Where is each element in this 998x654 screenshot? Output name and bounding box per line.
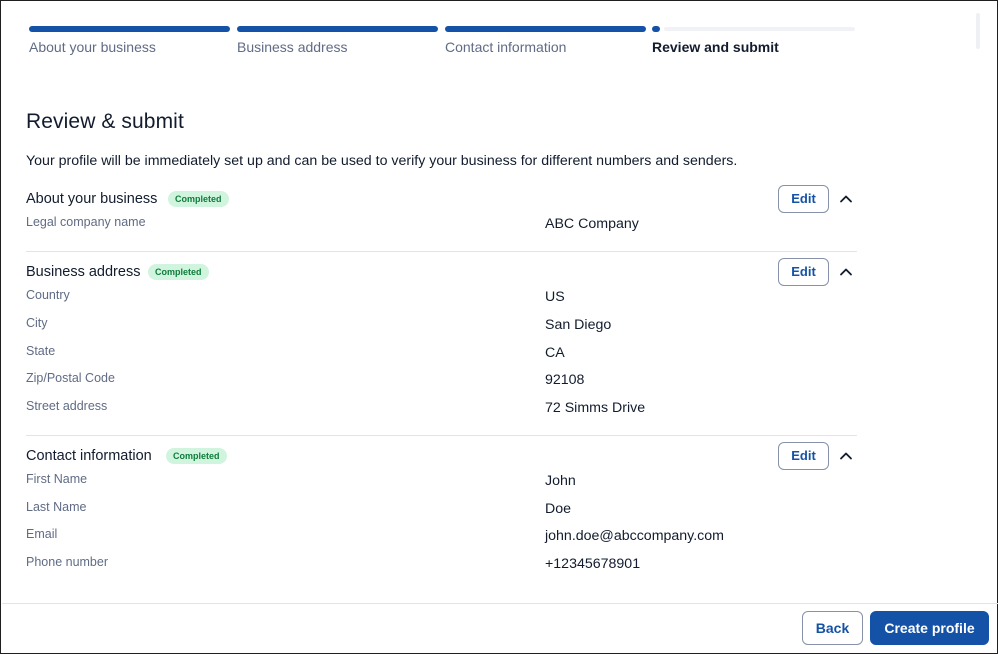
step-business-address[interactable]: Business address <box>237 26 438 66</box>
create-profile-button[interactable]: Create profile <box>870 611 989 645</box>
step-track <box>664 27 855 31</box>
step-bar <box>445 26 646 32</box>
step-review-and-submit: Review and submit <box>652 26 855 66</box>
section-header: About your business Completed Edit <box>26 185 857 215</box>
edit-business-address-button[interactable]: Edit <box>778 258 829 286</box>
field-value: +12345678901 <box>545 556 641 572</box>
step-bar <box>237 26 438 32</box>
field-row: Street address 72 Simms Drive <box>26 399 857 421</box>
step-about-your-business[interactable]: About your business <box>29 26 230 66</box>
field-value: 72 Simms Drive <box>545 400 646 416</box>
chevron-up-icon[interactable] <box>838 448 854 464</box>
footer-divider <box>2 603 998 604</box>
field-value: John <box>545 473 576 489</box>
field-row: Last Name Doe <box>26 500 857 522</box>
section-header: Business address Completed Edit <box>26 258 857 288</box>
field-row: Country US <box>26 288 857 310</box>
field-label: Last Name <box>26 500 87 514</box>
status-badge: Completed <box>148 264 209 280</box>
field-row: Phone number +12345678901 <box>26 555 857 577</box>
status-badge: Completed <box>166 448 227 464</box>
page-title: Review & submit <box>26 110 184 133</box>
field-label: Email <box>26 527 58 541</box>
section-about-your-business: About your business Completed Edit Legal… <box>26 185 857 235</box>
field-row: Email john.doe@abccompany.com <box>26 527 857 549</box>
step-bar <box>29 26 230 32</box>
section-title: Business address <box>26 264 141 280</box>
page-subtitle: Your profile will be immediately set up … <box>26 153 738 169</box>
field-label: Legal company name <box>26 215 146 229</box>
field-value: US <box>545 289 565 305</box>
field-label: City <box>26 316 48 330</box>
field-value: 92108 <box>545 372 585 388</box>
edit-contact-information-button[interactable]: Edit <box>778 442 829 470</box>
field-value: San Diego <box>545 317 612 333</box>
field-value: ABC Company <box>545 216 639 232</box>
field-label: Phone number <box>26 555 109 569</box>
section-title: Contact information <box>26 448 152 464</box>
field-label: Street address <box>26 399 108 413</box>
section-divider <box>26 435 857 436</box>
field-row: Legal company name ABC Company <box>26 215 857 237</box>
field-row: City San Diego <box>26 316 857 338</box>
chevron-up-icon[interactable] <box>838 264 854 280</box>
section-header: Contact information Completed Edit <box>26 442 857 472</box>
progress-steps: About your business Business address Con… <box>29 26 855 66</box>
field-value: Doe <box>545 501 572 517</box>
step-current-marker <box>652 26 660 32</box>
field-label: First Name <box>26 472 88 486</box>
app-window: About your business Business address Con… <box>0 0 998 654</box>
field-label: Country <box>26 288 70 302</box>
field-label: Zip/Postal Code <box>26 371 115 385</box>
scrollbar[interactable] <box>976 13 980 49</box>
section-contact-information: Contact information Completed Edit First… <box>26 442 857 577</box>
section-title: About your business <box>26 191 158 207</box>
field-value: CA <box>545 345 565 361</box>
edit-about-your-business-button[interactable]: Edit <box>778 185 829 213</box>
field-row: First Name John <box>26 472 857 494</box>
step-label: Contact information <box>445 39 567 55</box>
chevron-up-icon[interactable] <box>838 191 854 207</box>
status-badge: Completed <box>168 191 229 207</box>
field-value: john.doe@abccompany.com <box>545 528 724 544</box>
field-row: Zip/Postal Code 92108 <box>26 371 857 393</box>
step-label: About your business <box>29 39 156 55</box>
step-label: Review and submit <box>652 39 779 55</box>
field-row: State CA <box>26 344 857 366</box>
section-business-address: Business address Completed Edit Country … <box>26 258 857 423</box>
step-contact-information[interactable]: Contact information <box>445 26 646 66</box>
step-label: Business address <box>237 39 348 55</box>
back-button[interactable]: Back <box>802 611 863 645</box>
section-divider <box>26 251 857 252</box>
field-label: State <box>26 344 56 358</box>
